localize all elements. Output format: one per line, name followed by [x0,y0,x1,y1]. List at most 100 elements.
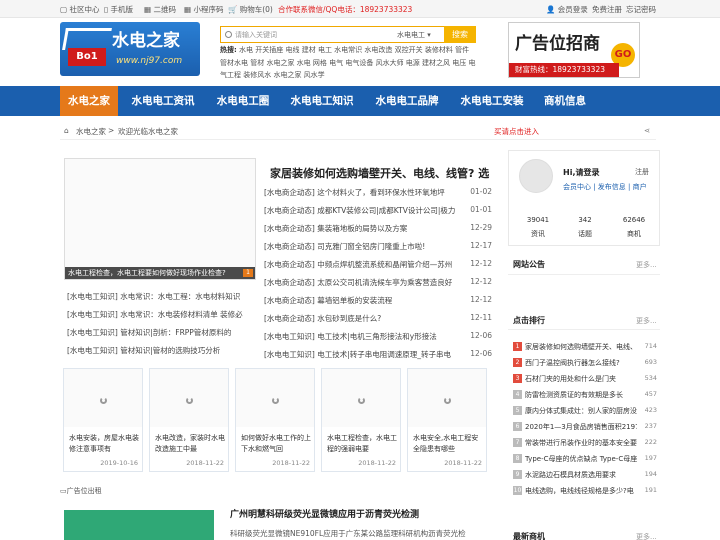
breadcrumb-home[interactable]: 水电之家 [76,126,106,137]
card-title[interactable]: 水电改造，家装时水电改造施工中最 [155,433,225,455]
article-card[interactable]: 水电工程检查，水电工程的强弱电要 2018-11-22 [321,368,401,472]
news-title[interactable]: [水电商企动态] 太原公交司机清洗候车亭为乘客营造良好 [264,278,452,287]
news-item[interactable]: [水电电工知识] 电工技术|电机三角形接法和y形接法 12-06 [264,331,492,342]
rank-title[interactable]: Type-C母座的优点缺点 Type-C母座的 [525,454,637,464]
ranking-item[interactable]: 10 电线选购，电线线径规格是多少?电 191 [513,486,657,497]
search-scope-select[interactable]: 水电电工 ▾ [397,30,431,40]
rank-title[interactable]: 康内分体式集成灶：别人家的厨房没 [525,406,637,416]
nav-item-news[interactable]: 水电电工资讯 [122,86,204,116]
ranking-item[interactable]: 3 石材门夹的用处和什么是门夹 534 [513,374,657,385]
featured-slide[interactable]: 水电工程检查，水电工程要如何做好现场作业检查? 1 [64,158,256,280]
site-notice-more[interactable]: 更多... [636,260,657,270]
nav-item-brand[interactable]: 水电电工品牌 [366,86,448,116]
latest-more[interactable]: 更多... [636,532,657,540]
qrcode-link[interactable]: ▦ 二维码 [144,4,176,15]
news-title[interactable]: [水电电工知识] 电工技术|电机三角形接法和y形接法 [264,332,437,341]
card-image[interactable] [236,369,314,427]
join-link[interactable]: 买请点击进入 [494,126,539,137]
community-link[interactable]: ▢ 社区中心 [60,4,99,15]
member-links[interactable]: 会员中心 | 发布信息 | 商户 [563,182,647,192]
news-item[interactable]: [水电商企动态] 集装箱地板的局势以及方案 12-29 [264,223,492,234]
ranking-item[interactable]: 1 家居装修如何选购墙壁开关、电线、 714 [513,342,657,353]
article-card[interactable]: 水电安全,水电工程安全隐患有哪些 2018-11-22 [407,368,487,472]
header-ad-banner[interactable]: 广告位招商 GO 财富热线：18923733323 [508,22,640,78]
hot-keywords[interactable]: 热搜: 水电 开关插座 电线 建材 电工 水电常识 水电改造 双控开关 装修材料… [220,44,476,84]
rank-title[interactable]: 水泥路边石模具材质选用要求 [525,470,637,480]
article-card[interactable]: 水电安装，房屋水电装修注意事项有 2019-10-16 [63,368,143,472]
hot-keywords-list[interactable]: 水电 开关插座 电线 建材 电工 水电常识 水电改造 双控开关 装修材料 管件 … [220,46,475,79]
rank-title[interactable]: 防雷检测资质证的有效期是多长 [525,390,637,400]
bottom-article-title[interactable]: 广州明慧科研级荧光显微镜应用于沥青荧光检测 [230,507,419,520]
search-input[interactable]: 请输入关键词 [235,30,277,40]
news-item[interactable]: [水电商企动态] 司克雅门窗全铝房门隆重上市啦! 12-17 [264,241,492,252]
ranking-item[interactable]: 6 2020年1—3月食品房销售面积21978 237 [513,422,657,433]
ranking-item[interactable]: 9 水泥路边石模具材质选用要求 194 [513,470,657,481]
news-item[interactable]: [水电商企动态] 成都KTV装修公司|成都KTV设计公司|极力 01-01 [264,205,492,216]
register-link[interactable]: 免费注册 [592,4,622,15]
rank-title[interactable]: 电线选购，电线线径规格是多少?电 [525,486,637,496]
ranking-more[interactable]: 更多... [636,316,657,326]
card-title[interactable]: 水电安装，房屋水电装修注意事项有 [69,433,139,455]
avatar[interactable] [519,159,553,193]
rank-title[interactable]: 常装带进行吊装作业时的基本安全要 [525,438,637,448]
news-item[interactable]: [水电电工知识] 电工技术|转子串电阻调速原理_转子串电 12-06 [264,349,492,360]
search-button[interactable]: 搜索 [444,26,476,43]
knowledge-item[interactable]: [水电电工知识] 水电常识：水电装修材料清单 装修必 [67,309,255,320]
news-item[interactable]: [水电商企动态] 水包砂到底是什么? 12-11 [264,313,492,324]
forgot-password-link[interactable]: 忘记密码 [626,4,656,15]
card-title[interactable]: 水电工程检查，水电工程的强弱电要 [327,433,397,455]
news-title[interactable]: [水电商企动态] 这个材料火了，看到环保水性环氧地坪 [264,188,445,197]
nav-item-install[interactable]: 水电电工安装 [452,86,532,116]
stat-news[interactable]: 39041 资讯 [513,213,563,241]
news-item[interactable]: [水电商企动态] 太原公交司机清洗候车亭为乘客营造良好 12-12 [264,277,492,288]
rank-title[interactable]: 家居装修如何选购墙壁开关、电线、 [525,342,637,352]
nav-item-knowledge[interactable]: 水电电工知识 [282,86,362,116]
article-card[interactable]: 水电改造，家装时水电改造施工中最 2018-11-22 [149,368,229,472]
ranking-item[interactable]: 4 防雷检测资质证的有效期是多长 457 [513,390,657,401]
login-link[interactable]: 👤 会员登录 [546,4,588,15]
rank-title[interactable]: 石材门夹的用处和什么是门夹 [525,374,637,384]
news-title[interactable]: [水电商企动态] 集装箱地板的局势以及方案 [264,224,407,233]
news-title[interactable]: [水电商企动态] 司克雅门窗全铝房门隆重上市啦! [264,242,425,251]
news-item[interactable]: [水电商企动态] 这个材料火了，看到环保水性环氧地坪 01-02 [264,187,492,198]
card-image[interactable] [322,369,400,427]
share-icon[interactable]: ⋖ [644,126,650,135]
news-title[interactable]: [水电商企动态] 幕墙铝单板的安装流程 [264,296,392,305]
site-logo[interactable]: Bo1 水电之家 www.nj97.com [60,22,200,76]
card-image[interactable] [408,369,486,427]
nav-item-home[interactable]: 水电之家 [60,86,118,116]
knowledge-item[interactable]: [水电电工知识] 水电常识：水电工程：水电材料知识 [67,291,255,302]
rank-title[interactable]: 西门子温控阀执行器怎么接线? [525,358,637,368]
news-item[interactable]: [水电商企动态] 幕墙铝单板的安装流程 12-12 [264,295,492,306]
stat-topics[interactable]: 342 话题 [560,213,610,241]
news-title[interactable]: [水电商企动态] 成都KTV装修公司|成都KTV设计公司|极力 [264,206,455,215]
article-card[interactable]: 如何做好水电工作的上下水和燃气回 2018-11-22 [235,368,315,472]
featured-index[interactable]: 1 [243,269,253,277]
login-greeting[interactable]: Hi,请登录 [563,167,599,178]
news-title[interactable]: [水电电工知识] 电工技术|转子串电阻调速原理_转子串电 [264,350,451,359]
nav-item-circle[interactable]: 水电电工圈 [208,86,278,116]
ranking-item[interactable]: 2 西门子温控阀执行器怎么接线? 693 [513,358,657,369]
panel-register-link[interactable]: 注册 [635,167,649,177]
bottom-article-image[interactable] [64,510,214,540]
headline[interactable]: 家居装修如何选购墙壁开关、电线、线管? 选 [270,165,496,181]
card-image[interactable] [64,369,142,427]
rank-title[interactable]: 2020年1—3月食品房销售面积21978 [525,422,637,432]
stat-business[interactable]: 62646 商机 [609,213,659,241]
card-image[interactable] [150,369,228,427]
card-title[interactable]: 水电安全,水电工程安全隐患有哪些 [413,433,483,455]
ranking-item[interactable]: 7 常装带进行吊装作业时的基本安全要 222 [513,438,657,449]
news-title[interactable]: [水电商企动态] 水包砂到底是什么? [264,314,381,323]
nav-item-business[interactable]: 商机信息 [536,86,594,116]
cart-link[interactable]: 🛒 购物车(0) [228,4,273,15]
ranking-item[interactable]: 8 Type-C母座的优点缺点 Type-C母座的 197 [513,454,657,465]
mobile-link[interactable]: ▯ 手机版 [104,4,133,15]
miniapp-link[interactable]: ▦ 小程序码 [184,4,223,15]
ad-placeholder[interactable]: ▭广告位出租 [60,486,102,496]
ranking-item[interactable]: 5 康内分体式集成灶：别人家的厨房没 423 [513,406,657,417]
knowledge-item[interactable]: [水电电工知识] 管材知识|管材的选购技巧分析 [67,345,255,356]
card-title[interactable]: 如何做好水电工作的上下水和燃气回 [241,433,311,455]
news-title[interactable]: [水电商企动态] 中频点焊机整流系统和晶闸管介绍—苏州 [264,260,452,269]
news-item[interactable]: [水电商企动态] 中频点焊机整流系统和晶闸管介绍—苏州 12-12 [264,259,492,270]
knowledge-item[interactable]: [水电电工知识] 管材知识|剖析：FRPP管材原料的 [67,327,255,338]
